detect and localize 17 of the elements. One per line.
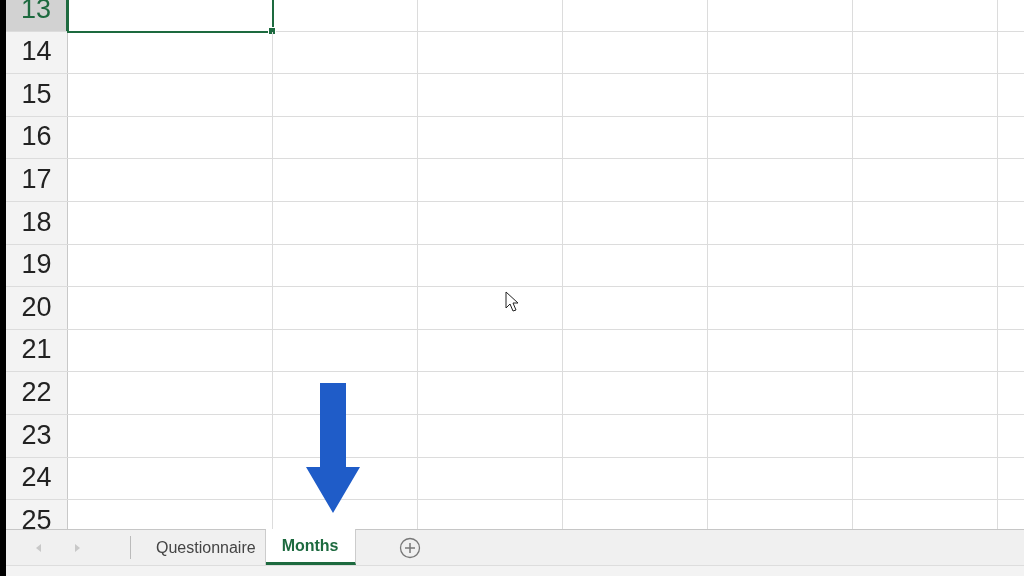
row-header[interactable]: 15 <box>6 74 68 116</box>
row-header[interactable]: 19 <box>6 244 68 287</box>
row-header[interactable]: 16 <box>6 116 68 159</box>
add-sheet-icon[interactable] <box>398 536 421 559</box>
row-header[interactable]: 20 <box>6 287 68 329</box>
row-header[interactable]: 14 <box>6 31 68 74</box>
row-header[interactable]: 24 <box>6 457 68 500</box>
row-header[interactable]: 25 <box>6 500 68 530</box>
mouse-pointer-icon <box>505 291 519 313</box>
row-header[interactable]: 23 <box>6 414 68 457</box>
row-header[interactable]: 17 <box>6 159 68 201</box>
selected-cell[interactable] <box>67 0 274 33</box>
row-header[interactable]: 18 <box>6 201 68 244</box>
row-header[interactable]: 22 <box>6 372 68 414</box>
row-header[interactable]: 21 <box>6 329 68 372</box>
down-arrow-icon <box>305 383 361 513</box>
sheet-tab[interactable]: Months <box>265 529 356 565</box>
